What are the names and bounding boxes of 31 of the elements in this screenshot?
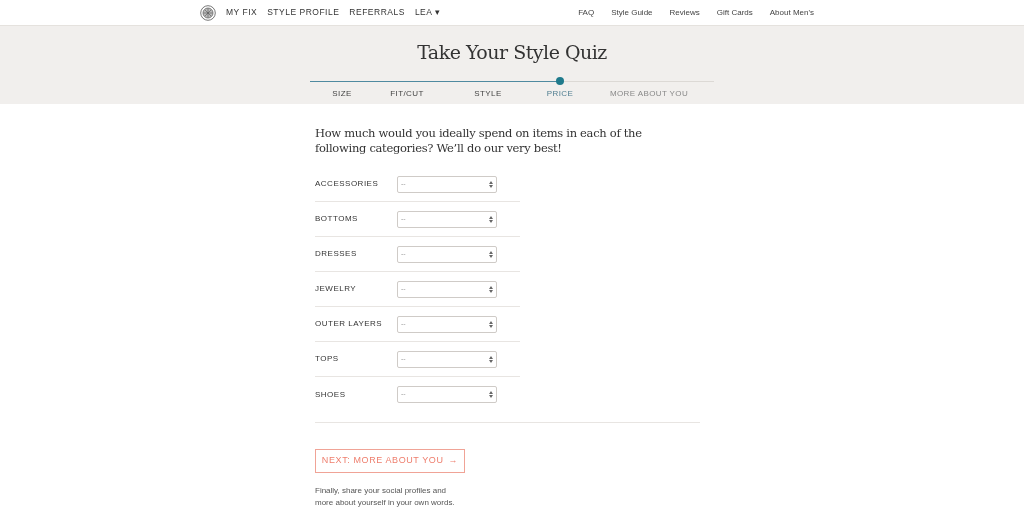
- footnote-text: Finally, share your social profiles and more about yourself in your own words.: [315, 485, 456, 507]
- category-label: BOTTOMS: [315, 213, 359, 225]
- category-label: OUTER LAYERS: [315, 318, 384, 330]
- user-menu[interactable]: LEA ▾: [414, 6, 441, 19]
- stepper-icon: [489, 320, 493, 328]
- category-label: SHOES: [315, 388, 347, 401]
- category-label: JEWELRY: [315, 283, 358, 295]
- stepper-icon: [489, 355, 493, 363]
- nav-link[interactable]: FAQ: [578, 6, 595, 19]
- nav-link[interactable]: Style Guide: [611, 6, 653, 19]
- nav-link[interactable]: STYLE PROFILE: [267, 6, 340, 19]
- stepper-icon: [489, 215, 493, 223]
- stepper-icon: [489, 180, 493, 188]
- category-label: TOPS: [315, 353, 340, 365]
- nav-link[interactable]: About Men's: [769, 6, 814, 19]
- stepper-icon: [489, 250, 493, 258]
- step-tab[interactable]: FIT/CUT: [390, 88, 424, 100]
- stepper-icon: [489, 285, 493, 293]
- step-tab[interactable]: STYLE: [474, 88, 502, 100]
- category-label: DRESSES: [315, 248, 358, 260]
- step-tab[interactable]: SIZE: [332, 88, 352, 100]
- stepper-icon: [489, 391, 493, 398]
- nav-link[interactable]: Gift Cards: [716, 6, 753, 19]
- step-tab[interactable]: PRICE: [546, 88, 574, 100]
- category-label: ACCESSORIES: [315, 178, 380, 190]
- nav-link[interactable]: REFERRALS: [349, 6, 405, 19]
- nav-link[interactable]: Reviews: [669, 6, 700, 19]
- page-title: Take Your Style Quiz: [417, 40, 607, 65]
- logo-icon[interactable]: [200, 4, 216, 21]
- nav-link[interactable]: MY FIX: [226, 6, 258, 19]
- question-text: How much would you ideally spend on items in each of the following categories? We’ll do our very best!: [315, 126, 643, 156]
